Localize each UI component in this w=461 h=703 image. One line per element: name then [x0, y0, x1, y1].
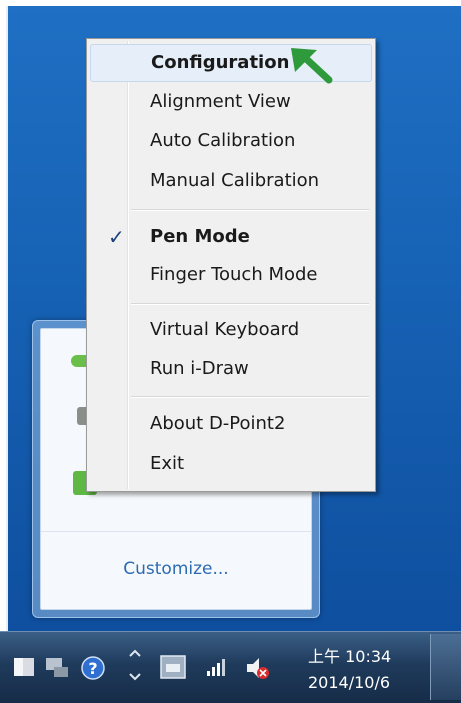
menu-item-pen-mode[interactable]: ✓ Pen Mode — [90, 219, 370, 255]
menu-separator — [131, 396, 369, 398]
menu-item-about-d-point2[interactable]: About D-Point2 — [90, 406, 370, 442]
menu-item-label: About D-Point2 — [150, 413, 286, 434]
clock-time[interactable]: 上午 10:34 — [308, 643, 391, 667]
customize-link[interactable]: Customize... — [41, 559, 311, 579]
menu-item-exit[interactable]: Exit — [90, 446, 370, 482]
menu-item-label: Run i-Draw — [150, 358, 249, 379]
menu-item-label: Auto Calibration — [150, 130, 296, 151]
menu-separator — [131, 209, 369, 211]
menu-item-alignment-view[interactable]: Alignment View — [90, 84, 370, 120]
menu-item-label: Pen Mode — [150, 226, 250, 247]
check-icon: ✓ — [108, 225, 125, 249]
menu-item-label: Finger Touch Mode — [150, 264, 318, 285]
menu-item-auto-calibration[interactable]: Auto Calibration — [90, 123, 370, 159]
menu-separator — [131, 303, 369, 305]
flyout-divider — [41, 531, 311, 532]
menu-item-run-i-draw[interactable]: Run i-Draw — [90, 351, 370, 387]
taskbar: ? 上午 10:34 2014/10/6 — [0, 631, 461, 703]
signal-icon[interactable] — [205, 655, 231, 679]
flag-icon[interactable] — [12, 655, 36, 679]
menu-item-label: Configuration — [151, 52, 290, 73]
menu-item-manual-calibration[interactable]: Manual Calibration — [90, 163, 370, 199]
menu-item-label: Alignment View — [150, 91, 291, 112]
svg-text:?: ? — [88, 659, 97, 678]
show-desktop-button[interactable] — [430, 634, 461, 700]
context-menu: Configuration Alignment View Auto Calibr… — [86, 38, 376, 492]
menu-item-label: Virtual Keyboard — [150, 319, 300, 340]
volume-icon[interactable] — [244, 655, 272, 681]
network-icon[interactable] — [44, 655, 70, 679]
pointing-arrow-icon — [291, 48, 333, 84]
menu-item-label: Exit — [150, 453, 185, 474]
menu-item-finger-touch-mode[interactable]: Finger Touch Mode — [90, 257, 370, 293]
window-icon[interactable] — [160, 655, 186, 679]
clock-date[interactable]: 2014/10/6 — [308, 673, 390, 692]
menu-item-label: Manual Calibration — [150, 170, 320, 191]
menu-item-virtual-keyboard[interactable]: Virtual Keyboard — [90, 312, 370, 348]
help-icon[interactable]: ? — [80, 655, 106, 681]
expand-tray-icon[interactable] — [124, 648, 146, 682]
